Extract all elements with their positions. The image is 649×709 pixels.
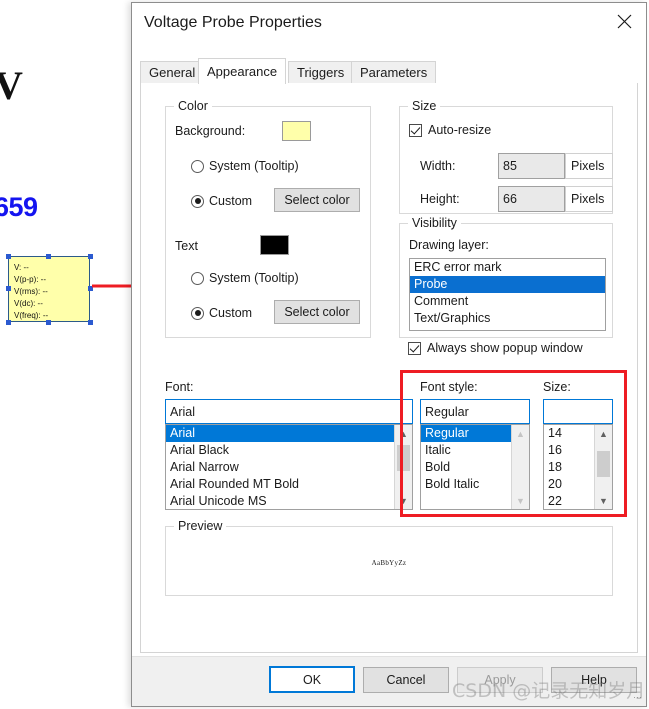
scroll-up-icon[interactable]: ▲ (512, 425, 529, 442)
watermark: CSDN @记录无知岁月 (452, 680, 646, 702)
checkbox-icon (408, 341, 421, 355)
tab-triggers[interactable]: Triggers (288, 61, 354, 83)
font-label: Font: (165, 380, 194, 394)
font-option-arial-black[interactable]: Arial Black (166, 442, 412, 459)
scroll-down-icon[interactable]: ▼ (595, 492, 612, 509)
probe-measurement-line: V(p-p): -- (14, 275, 46, 284)
radio-dot-icon (191, 194, 204, 208)
close-icon[interactable] (602, 3, 646, 39)
selection-handle[interactable] (88, 254, 93, 259)
font-size-label: Size: (543, 380, 571, 394)
selection-handle[interactable] (88, 320, 93, 325)
text-system-radio-label: System (Tooltip) (209, 271, 299, 285)
appearance-tab-panel: Color Background: System (Tooltip) Custo… (140, 83, 638, 653)
font-style-listbox[interactable]: Regular Italic Bold Bold Italic ▲ ▼ (420, 424, 530, 510)
always-show-popup-label: Always show popup window (427, 341, 583, 355)
always-show-popup-checkbox[interactable]: Always show popup window (408, 341, 583, 355)
font-input[interactable]: Arial (165, 399, 413, 424)
font-size-list-scrollbar[interactable]: ▲ ▼ (594, 425, 612, 509)
size-group: Size Auto-resize Width: 85 Pixels Height… (399, 99, 613, 214)
scrollbar-thumb[interactable] (597, 451, 610, 477)
font-option-arial-unicode-ms[interactable]: Arial Unicode MS (166, 493, 412, 509)
text-select-color-button[interactable]: Select color (274, 300, 360, 324)
cancel-button[interactable]: Cancel (363, 667, 449, 693)
auto-resize-label: Auto-resize (428, 123, 492, 137)
selection-handle[interactable] (6, 254, 11, 259)
scrollbar-thumb[interactable] (397, 445, 410, 471)
color-group: Color Background: System (Tooltip) Custo… (165, 99, 371, 338)
font-style-list-scrollbar[interactable]: ▲ ▼ (511, 425, 529, 509)
preview-sample-text: AaBbYyZz (371, 559, 407, 567)
preview-group-legend: Preview (174, 519, 227, 533)
font-size-input[interactable] (543, 399, 613, 424)
font-option-arial-rounded-mt-bold[interactable]: Arial Rounded MT Bold (166, 476, 412, 493)
font-size-listbox[interactable]: 14 16 18 20 22 ▲ ▼ (543, 424, 613, 510)
font-listbox[interactable]: Arial Arial Black Arial Narrow Arial Rou… (165, 424, 413, 510)
background-system-radio-label: System (Tooltip) (209, 159, 299, 173)
height-label: Height: (420, 192, 460, 206)
drawing-layer-label: Drawing layer: (409, 238, 489, 252)
selection-handle[interactable] (46, 320, 51, 325)
size-group-legend: Size (408, 99, 441, 113)
screenshot-root: V 659 V: -- V(p-p): -- V(rms): -- V(dc):… (0, 0, 649, 709)
probe-tooltip-box[interactable]: V: -- V(p-p): -- V(rms): -- V(dc): -- V(… (8, 256, 90, 322)
color-group-legend: Color (174, 99, 212, 113)
layer-item-erc-error-mark[interactable]: ERC error mark (410, 259, 605, 276)
background-color-swatch[interactable] (282, 121, 311, 141)
width-label: Width: (420, 159, 456, 173)
drawing-layer-listbox[interactable]: ERC error mark Probe Comment Text/Graphi… (409, 258, 606, 331)
dialog-titlebar: Voltage Probe Properties (132, 3, 646, 50)
preview-group: Preview AaBbYyZz (165, 519, 613, 596)
height-units-label: Pixels (565, 186, 613, 212)
scroll-up-icon[interactable]: ▲ (395, 425, 412, 442)
dialog-title: Voltage Probe Properties (144, 14, 322, 31)
font-option-arial-narrow[interactable]: Arial Narrow (166, 459, 412, 476)
auto-resize-checkbox[interactable]: Auto-resize (409, 123, 491, 137)
layer-item-text-graphics[interactable]: Text/Graphics (410, 310, 605, 327)
font-list-scrollbar[interactable]: ▲ ▼ (394, 425, 412, 509)
width-units-label: Pixels (565, 153, 613, 179)
font-style-input[interactable]: Regular (420, 399, 530, 424)
font-style-label: Font style: (420, 380, 478, 394)
voltage-probe-properties-dialog: Voltage Probe Properties General Appeara… (131, 2, 647, 707)
height-input[interactable]: 66 (498, 186, 565, 212)
radio-dot-icon (191, 306, 204, 320)
scroll-down-icon[interactable]: ▼ (395, 492, 412, 509)
probe-measurement-line: V(rms): -- (14, 287, 48, 296)
selection-handle[interactable] (46, 254, 51, 259)
schematic-net-label: 659 (0, 192, 38, 222)
tab-appearance[interactable]: Appearance (198, 58, 287, 84)
selection-handle[interactable] (6, 286, 11, 291)
layer-item-probe[interactable]: Probe (410, 276, 605, 293)
scroll-down-icon[interactable]: ▼ (512, 492, 529, 509)
radio-dot-icon (191, 271, 204, 285)
ok-button[interactable]: OK (269, 666, 355, 693)
radio-dot-icon (191, 159, 204, 173)
schematic-cut-glyph: V (0, 63, 23, 108)
layer-item-comment[interactable]: Comment (410, 293, 605, 310)
visibility-group: Visibility Drawing layer: ERC error mark… (399, 216, 613, 338)
text-system-radio[interactable]: System (Tooltip) (191, 271, 299, 285)
tab-general[interactable]: General (140, 61, 205, 83)
selection-handle[interactable] (6, 320, 11, 325)
text-custom-radio-label: Custom (209, 306, 253, 320)
checkbox-icon (409, 123, 422, 137)
scroll-up-icon[interactable]: ▲ (595, 425, 612, 442)
width-input[interactable]: 85 (498, 153, 565, 179)
text-color-swatch[interactable] (260, 235, 289, 255)
font-option-arial[interactable]: Arial (166, 425, 412, 442)
background-label: Background: (175, 124, 246, 138)
tab-bar: General Appearance Triggers Parameters (140, 58, 638, 84)
text-custom-radio[interactable]: Custom (191, 306, 252, 320)
background-select-color-button[interactable]: Select color (274, 188, 360, 212)
background-system-radio[interactable]: System (Tooltip) (191, 159, 299, 173)
background-custom-radio-label: Custom (209, 194, 253, 208)
probe-measurement-line: V(dc): -- (14, 299, 43, 308)
background-custom-radio[interactable]: Custom (191, 194, 252, 208)
visibility-group-legend: Visibility (408, 216, 461, 230)
probe-measurement-line: V: -- (14, 263, 29, 272)
tab-parameters[interactable]: Parameters (351, 61, 437, 83)
text-color-label: Text (175, 239, 198, 253)
